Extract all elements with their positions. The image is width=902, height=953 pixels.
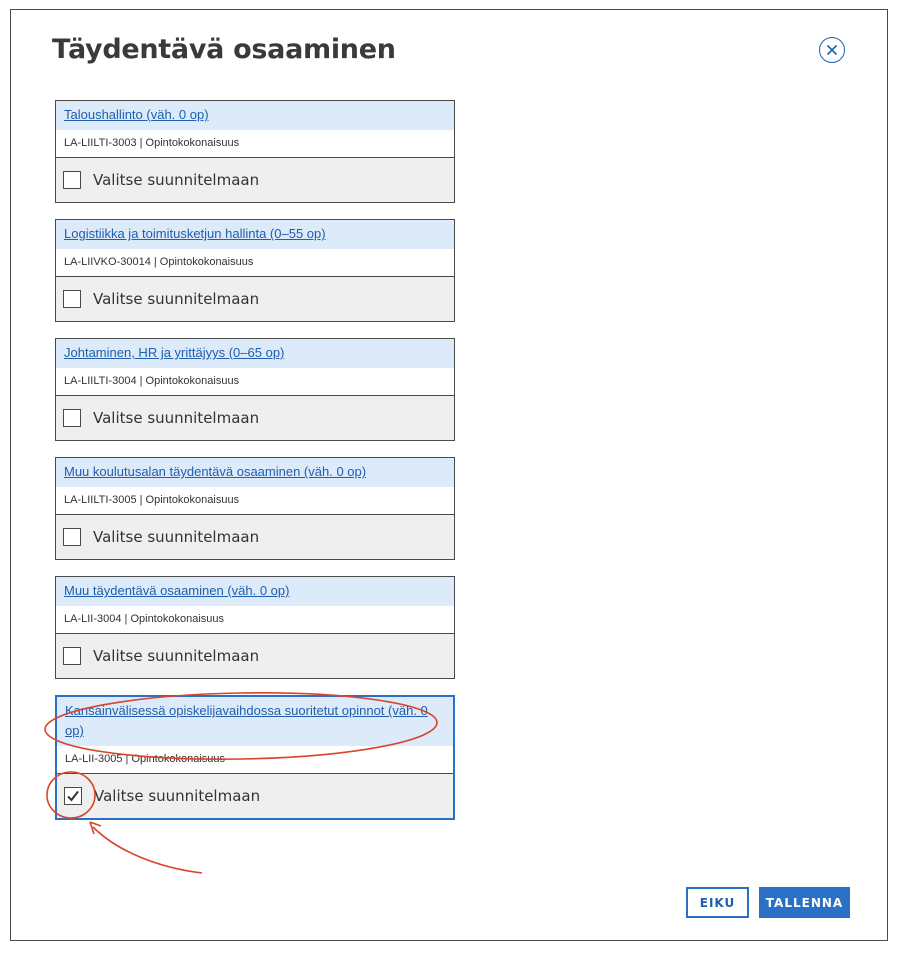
select-row[interactable]: Valitse suunnitelmaan <box>56 277 454 321</box>
module-code: LA-LII-3005 | Opintokokonaisuus <box>57 746 453 774</box>
checkmark-icon <box>67 790 79 802</box>
module-link[interactable]: Johtaminen, HR ja yrittäjyys (0–65 op) <box>64 345 284 360</box>
module-link[interactable]: Muu täydentävä osaaminen (väh. 0 op) <box>64 583 289 598</box>
cancel-button[interactable]: EIKU <box>686 887 749 918</box>
module-card: Taloushallinto (väh. 0 op) LA-LIILTI-300… <box>55 100 455 203</box>
module-header: Logistiikka ja toimitusketjun hallinta (… <box>56 220 454 249</box>
select-checkbox[interactable] <box>63 171 81 189</box>
module-header: Muu täydentävä osaaminen (väh. 0 op) <box>56 577 454 606</box>
module-code: LA-LIIVKO-30014 | Opintokokonaisuus <box>56 249 454 277</box>
module-code: LA-LII-3004 | Opintokokonaisuus <box>56 606 454 634</box>
select-label[interactable]: Valitse suunnitelmaan <box>93 528 259 546</box>
select-label[interactable]: Valitse suunnitelmaan <box>94 787 260 805</box>
select-checkbox[interactable] <box>63 290 81 308</box>
module-code: LA-LIILTI-3004 | Opintokokonaisuus <box>56 368 454 396</box>
select-row[interactable]: Valitse suunnitelmaan <box>56 158 454 202</box>
module-card: Johtaminen, HR ja yrittäjyys (0–65 op) L… <box>55 338 455 441</box>
dialog: Täydentävä osaaminen Taloushallinto (väh… <box>10 9 888 941</box>
module-code: LA-LIILTI-3003 | Opintokokonaisuus <box>56 130 454 158</box>
select-checkbox[interactable] <box>63 528 81 546</box>
close-icon <box>826 44 838 56</box>
select-label[interactable]: Valitse suunnitelmaan <box>93 290 259 308</box>
select-row[interactable]: Valitse suunnitelmaan <box>56 634 454 678</box>
module-card: Muu täydentävä osaaminen (väh. 0 op) LA-… <box>55 576 455 679</box>
select-row[interactable]: Valitse suunnitelmaan <box>57 774 453 818</box>
select-row[interactable]: Valitse suunnitelmaan <box>56 515 454 559</box>
module-header: Muu koulutusalan täydentävä osaaminen (v… <box>56 458 454 487</box>
select-label[interactable]: Valitse suunnitelmaan <box>93 647 259 665</box>
module-card-selected: Kansainvälisessä opiskelijavaihdossa suo… <box>55 695 455 820</box>
select-label[interactable]: Valitse suunnitelmaan <box>93 171 259 189</box>
close-button[interactable] <box>819 37 845 63</box>
select-checkbox-checked[interactable] <box>64 787 82 805</box>
select-checkbox[interactable] <box>63 647 81 665</box>
module-link[interactable]: Kansainvälisessä opiskelijavaihdossa suo… <box>65 703 428 738</box>
select-row[interactable]: Valitse suunnitelmaan <box>56 396 454 440</box>
select-checkbox[interactable] <box>63 409 81 427</box>
module-code: LA-LIILTI-3005 | Opintokokonaisuus <box>56 487 454 515</box>
module-card: Muu koulutusalan täydentävä osaaminen (v… <box>55 457 455 560</box>
module-link[interactable]: Muu koulutusalan täydentävä osaaminen (v… <box>64 464 366 479</box>
module-header: Kansainvälisessä opiskelijavaihdossa suo… <box>57 697 453 746</box>
module-link[interactable]: Taloushallinto (väh. 0 op) <box>64 107 209 122</box>
module-header: Taloushallinto (väh. 0 op) <box>56 101 454 130</box>
module-link[interactable]: Logistiikka ja toimitusketjun hallinta (… <box>64 226 326 241</box>
save-button[interactable]: TALLENNA <box>759 887 850 918</box>
dialog-title: Täydentävä osaaminen <box>52 34 396 65</box>
module-header: Johtaminen, HR ja yrittäjyys (0–65 op) <box>56 339 454 368</box>
module-card: Logistiikka ja toimitusketjun hallinta (… <box>55 219 455 322</box>
select-label[interactable]: Valitse suunnitelmaan <box>93 409 259 427</box>
